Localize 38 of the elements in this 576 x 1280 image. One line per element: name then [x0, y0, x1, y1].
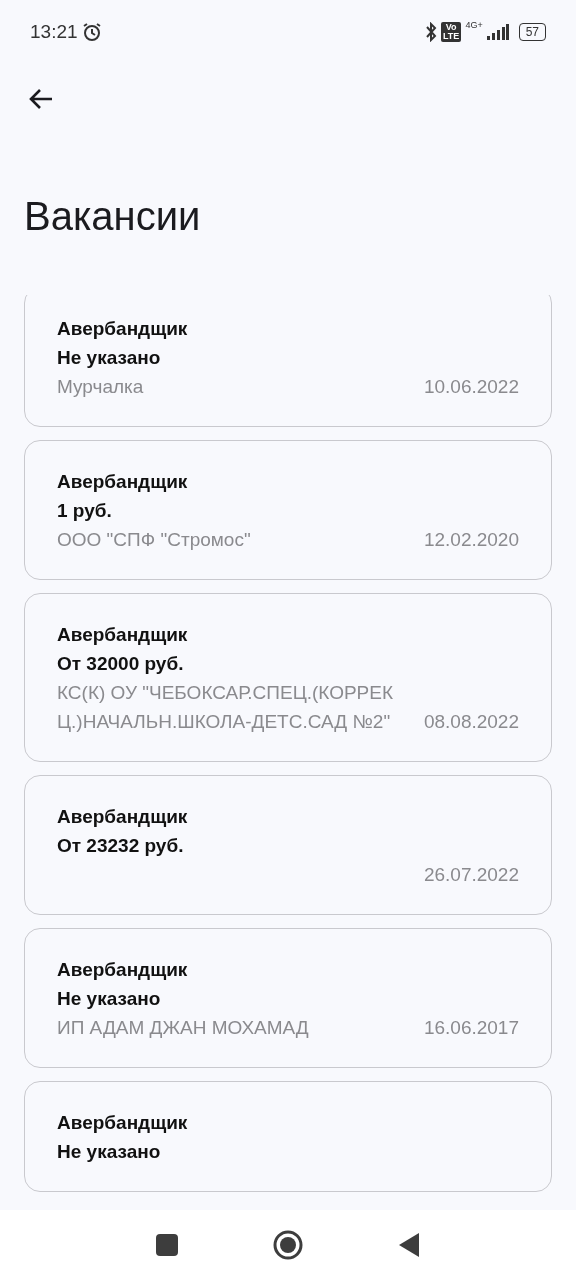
vacancy-card[interactable]: Авербандщик Не указано Мурчалка 10.06.2022	[24, 295, 552, 427]
vacancy-card[interactable]: Авербандщик 1 руб. ООО "СПФ "Стромос" 12.02.2020	[24, 440, 552, 580]
vacancy-salary: 1 руб.	[57, 499, 113, 523]
company-name: Мурчалка	[57, 375, 145, 399]
vacancy-position: Авербандщик	[57, 805, 189, 829]
battery-level: 57	[518, 23, 546, 41]
vacancy-salary: От 23232 руб.	[57, 834, 185, 858]
vacancy-salary: От 32000 руб.	[57, 652, 185, 676]
volte-badge: Vo LTE	[441, 22, 462, 42]
network-type: 4G+	[465, 20, 483, 30]
vacancy-position: Авербандщик	[57, 958, 189, 982]
vacancy-position: Авербандщик	[57, 317, 189, 341]
back-nav-button[interactable]	[398, 1232, 420, 1258]
vacancy-position: Авербандщик	[57, 623, 189, 647]
vacancy-card[interactable]: Авербандщик Не указано	[24, 1081, 552, 1192]
vacancy-card[interactable]: Авербандщик Не указано ИП АДАМ ДЖАН МОХАМАД 16.06.2017	[24, 928, 552, 1068]
page-title: Вакансии	[24, 193, 202, 240]
vacancy-date: 10.06.2022	[423, 375, 519, 399]
home-button[interactable]	[273, 1230, 303, 1260]
vacancy-position: Авербандщик	[57, 1111, 189, 1135]
vacancy-card[interactable]: Авербандщик От 23232 руб. 26.07.2022	[24, 775, 552, 915]
vacancy-date: 26.07.2022	[423, 863, 519, 887]
vacancy-date: 08.08.2022	[423, 710, 519, 734]
alarm-icon	[81, 22, 102, 42]
company-name: ООО "СПФ "Стромос"	[57, 528, 252, 552]
vacancy-card[interactable]: Авербандщик От 32000 руб. КС(К) ОУ "ЧЕБОКСАР.СПЕЦ.(КОРРЕКЦ.)НАЧАЛЬН.ШКОЛА-ДЕТС.САД №2" 08.08.2022	[24, 593, 552, 762]
vacancy-salary: Не указано	[57, 987, 162, 1011]
recents-button[interactable]	[156, 1234, 178, 1256]
company-name: ИП АДАМ ДЖАН МОХАМАД	[57, 1016, 310, 1040]
vacancy-date: 12.02.2020	[423, 528, 519, 552]
clock-time: 13:21	[30, 21, 78, 43]
vacancy-position: Авербандщик	[57, 470, 189, 494]
signal-icon	[486, 24, 509, 40]
bluetooth-icon	[425, 22, 438, 42]
vacancy-date: 16.06.2017	[423, 1016, 519, 1040]
company-name: КС(К) ОУ "ЧЕБОКСАР.СПЕЦ.(КОРРЕКЦ.)НАЧАЛЬН.ШКОЛА-ДЕТС.САД №2"	[57, 681, 395, 734]
vacancy-salary: Не указано	[57, 346, 162, 370]
vacancy-salary: Не указано	[57, 1140, 162, 1164]
